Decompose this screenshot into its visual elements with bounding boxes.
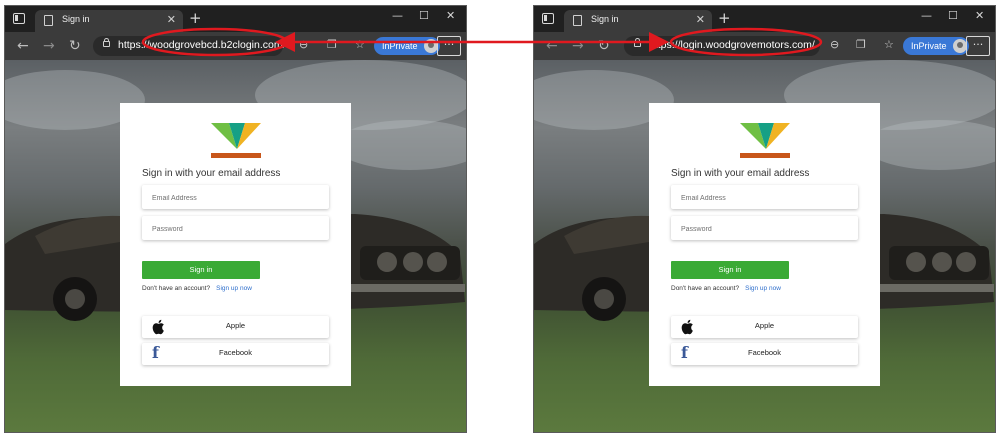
inprivate-label: InPrivate: [911, 41, 947, 51]
woodgrove-logo-icon: [211, 123, 261, 158]
no-account-text: Don't have an account?: [671, 285, 740, 292]
email-field[interactable]: [142, 185, 329, 211]
refresh-icon[interactable]: ↻: [69, 37, 81, 55]
browser-window-left: Sign in ✕ + — ☐ ✕ ← → ↻ https://woodgrov…: [4, 5, 467, 433]
more-menu-button[interactable]: ···: [966, 36, 990, 56]
tab-bar: Sign in ✕ + — ☐ ✕: [5, 6, 466, 32]
facebook-label: Facebook: [219, 348, 252, 357]
avatar: [423, 39, 438, 53]
url-host: login.woodgrovemotors.com/: [680, 39, 815, 51]
page-content: Sign in with your email address Sign in …: [534, 60, 995, 432]
signup-row: Don't have an account? Sign up now: [671, 285, 781, 292]
email-input[interactable]: [142, 186, 329, 211]
url-text: https://login.woodgrovemotors.com/: [649, 39, 815, 51]
inprivate-badge[interactable]: InPrivate: [374, 37, 440, 55]
inprivate-label: InPrivate: [382, 41, 418, 51]
page-icon: [573, 15, 582, 26]
no-account-text: Don't have an account?: [142, 285, 211, 292]
sign-up-link[interactable]: Sign up now: [745, 285, 781, 292]
browser-window-right: Sign in ✕ + — ☐ ✕ ← → ↻ https://login.wo…: [533, 5, 996, 433]
tab-bar: Sign in ✕ + — ☐ ✕: [534, 6, 995, 32]
collections-icon[interactable]: ❐: [856, 38, 866, 52]
zoom-icon[interactable]: ⊖: [299, 38, 308, 52]
window-close-icon[interactable]: ✕: [446, 9, 455, 23]
facebook-signin-button[interactable]: f Facebook: [142, 343, 329, 365]
tab-close-icon[interactable]: ✕: [696, 13, 705, 27]
signin-panel: Sign in with your email address Sign in …: [649, 103, 880, 386]
new-tab-icon[interactable]: +: [189, 9, 202, 27]
refresh-icon[interactable]: ↻: [598, 37, 610, 55]
comparison-stage: Sign in ✕ + — ☐ ✕ ← → ↻ https://woodgrov…: [0, 0, 999, 435]
tab-sign-in[interactable]: Sign in ✕: [564, 10, 712, 32]
maximize-icon[interactable]: ☐: [948, 9, 958, 23]
back-icon[interactable]: ←: [17, 37, 29, 55]
apple-signin-button[interactable]: Apple: [671, 316, 858, 338]
signup-row: Don't have an account? Sign up now: [142, 285, 252, 292]
sign-in-button[interactable]: Sign in: [142, 261, 260, 279]
back-icon[interactable]: ←: [546, 37, 558, 55]
woodgrove-logo-icon: [740, 123, 790, 158]
tab-title: Sign in: [591, 14, 619, 24]
sign-up-link[interactable]: Sign up now: [216, 285, 252, 292]
password-field[interactable]: [671, 216, 858, 242]
apple-signin-button[interactable]: Apple: [142, 316, 329, 338]
url-host: woodgrovebcd.b2clogin.com/: [149, 39, 286, 51]
page-icon: [44, 15, 53, 26]
sign-in-button[interactable]: Sign in: [671, 261, 789, 279]
lock-icon[interactable]: [634, 38, 641, 47]
maximize-icon[interactable]: ☐: [419, 9, 429, 23]
tab-title: Sign in: [62, 14, 90, 24]
tab-close-icon[interactable]: ✕: [167, 13, 176, 27]
browser-toolbar: ← → ↻ https://woodgrovebcd.b2clogin.com/…: [5, 32, 466, 60]
email-field[interactable]: [671, 185, 858, 211]
address-bar[interactable]: https://woodgrovebcd.b2clogin.com/: [93, 36, 286, 56]
address-bar[interactable]: https://login.woodgrovemotors.com/: [624, 36, 820, 56]
workspaces-icon[interactable]: [542, 13, 554, 24]
browser-toolbar: ← → ↻ https://login.woodgrovemotors.com/…: [534, 32, 995, 60]
signin-heading: Sign in with your email address: [671, 168, 810, 179]
more-menu-button[interactable]: ···: [437, 36, 461, 56]
minimize-icon[interactable]: —: [921, 9, 932, 23]
url-scheme: https://: [118, 39, 150, 51]
password-input[interactable]: [671, 217, 858, 242]
url-text: https://woodgrovebcd.b2clogin.com/: [118, 39, 286, 51]
apple-label: Apple: [225, 321, 246, 330]
password-input[interactable]: [142, 217, 329, 242]
inprivate-badge[interactable]: InPrivate: [903, 37, 969, 55]
star-icon[interactable]: ☆: [884, 38, 894, 52]
window-close-icon[interactable]: ✕: [975, 9, 984, 23]
star-icon[interactable]: ☆: [355, 38, 365, 52]
workspaces-icon[interactable]: [13, 13, 25, 24]
page-content: Sign in with your email address Sign in …: [5, 60, 466, 432]
forward-icon[interactable]: →: [43, 37, 55, 55]
new-tab-icon[interactable]: +: [718, 9, 731, 27]
forward-icon[interactable]: →: [572, 37, 584, 55]
tab-sign-in[interactable]: Sign in ✕: [35, 10, 183, 32]
facebook-signin-button[interactable]: f Facebook: [671, 343, 858, 365]
minimize-icon[interactable]: —: [392, 9, 403, 23]
password-field[interactable]: [142, 216, 329, 242]
collections-icon[interactable]: ❐: [327, 38, 337, 52]
apple-label: Apple: [754, 321, 775, 330]
avatar: [952, 39, 967, 53]
zoom-icon[interactable]: ⊖: [830, 38, 839, 52]
signin-panel: Sign in with your email address Sign in …: [120, 103, 351, 386]
lock-icon[interactable]: [103, 38, 110, 47]
signin-heading: Sign in with your email address: [142, 168, 281, 179]
email-input[interactable]: [671, 186, 858, 211]
facebook-label: Facebook: [748, 348, 781, 357]
url-scheme: https://: [649, 39, 681, 51]
